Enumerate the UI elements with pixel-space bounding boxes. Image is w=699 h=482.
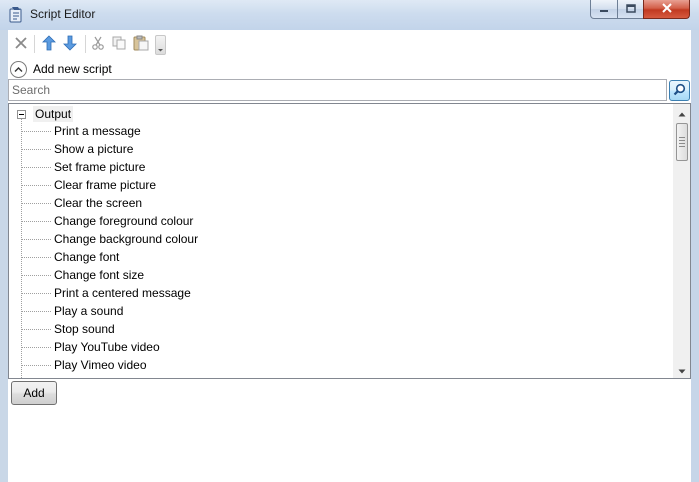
arrow-up-icon (42, 34, 56, 54)
tree-item-label: Set frame picture (54, 160, 146, 174)
window-frame-right (691, 30, 699, 482)
tree-item-label: Play YouTube video (54, 340, 160, 354)
tree-item[interactable]: Play a sound (21, 302, 123, 320)
tree-item[interactable]: Change font (21, 248, 119, 266)
tree-connector (21, 364, 51, 366)
tree-item-label: Clear the screen (54, 196, 143, 210)
grip-line (679, 146, 685, 147)
cut-button[interactable] (88, 34, 108, 54)
toolbar-separator (34, 35, 35, 53)
tree-connector (21, 166, 51, 168)
tree-node-label: Output (33, 106, 74, 122)
tree-item-label: Play a sound (54, 304, 124, 318)
tree-item-label: Change font size (54, 268, 145, 282)
collapse-icon[interactable] (17, 109, 26, 119)
maximize-button[interactable] (617, 0, 644, 19)
tree-item[interactable]: Change font size (21, 266, 144, 284)
delete-button[interactable] (11, 34, 31, 54)
tree-item[interactable]: Change foreground colour (21, 212, 193, 230)
script-tree[interactable]: Output Print a message Show a picture Se… (8, 103, 691, 379)
script-app-icon (8, 6, 24, 24)
tree-item-label: Show a picture (54, 142, 134, 156)
tree-item[interactable]: Play YouTube video (21, 338, 160, 356)
tree-item-label: Change font (54, 250, 120, 264)
arrow-down-icon (63, 35, 77, 54)
paste-icon (133, 35, 149, 54)
client-area: Add new script Output Print a message Sh… (8, 30, 691, 482)
tree-connector (21, 274, 51, 276)
tree-connector (21, 130, 51, 132)
window-title: Script Editor (30, 7, 96, 21)
tree-connector (21, 346, 51, 348)
grip-line (679, 143, 685, 144)
scroll-up-arrow-icon (678, 106, 686, 120)
minimize-icon (599, 2, 609, 16)
tree-item-label: Change background colour (54, 232, 199, 246)
chevron-up-icon (10, 60, 27, 78)
move-down-button[interactable] (60, 34, 80, 54)
copy-button[interactable] (109, 34, 129, 54)
tree-item[interactable]: Clear the screen (21, 194, 142, 212)
tree-item[interactable]: Clear frame picture (21, 176, 156, 194)
add-new-script-expander[interactable]: Add new script (10, 60, 112, 78)
tree-item-label: Play Vimeo video (54, 358, 147, 372)
vertical-scrollbar[interactable] (673, 104, 690, 378)
tree-connector (21, 328, 51, 330)
tree-connector (21, 202, 51, 204)
tree-connector (21, 220, 51, 222)
add-button[interactable]: Add (11, 381, 57, 405)
tree-item[interactable]: Show a picture (21, 140, 133, 158)
tree-connector (21, 148, 51, 150)
tree-connector (21, 292, 51, 294)
scroll-down-button[interactable] (674, 361, 690, 378)
paste-button[interactable] (131, 34, 151, 54)
search-icon (673, 83, 686, 99)
tree-item[interactable]: Print a centered message (21, 284, 191, 302)
tree-item[interactable]: Stop sound (21, 320, 115, 338)
tree-item-label: Clear frame picture (54, 178, 157, 192)
move-up-button[interactable] (39, 34, 59, 54)
tree-item-label: Print a message (54, 124, 141, 138)
toolbar-separator (85, 35, 86, 53)
scroll-up-button[interactable] (674, 104, 690, 121)
close-icon (661, 2, 673, 16)
grip-line (679, 140, 685, 141)
x-icon (14, 36, 28, 53)
tree-connector (21, 238, 51, 240)
scroll-down-arrow-icon (678, 363, 686, 377)
scrollbar-thumb[interactable] (676, 123, 688, 161)
tree-item-label: Change foreground colour (54, 214, 194, 228)
chevron-down-icon (156, 43, 165, 57)
tree-item[interactable]: Print a message (21, 122, 141, 140)
search-button[interactable] (669, 80, 690, 101)
maximize-icon (625, 2, 636, 16)
tree-item-label: Print a centered message (54, 286, 191, 300)
tree-connector (21, 310, 51, 312)
search-input[interactable] (8, 79, 667, 101)
tree-node-output[interactable]: Output (17, 105, 74, 123)
tree-item[interactable]: Set frame picture (21, 158, 145, 176)
copy-icon (112, 36, 127, 53)
title-bar[interactable]: Script Editor (0, 0, 699, 30)
minimize-button[interactable] (590, 0, 618, 19)
add-new-script-label: Add new script (33, 62, 112, 76)
tree-connector (21, 184, 51, 186)
close-button[interactable] (643, 0, 690, 19)
tree-connector (21, 256, 51, 258)
tree-item-label: Stop sound (54, 322, 115, 336)
grip-line (679, 137, 685, 138)
scissors-icon (91, 36, 105, 53)
tree-item[interactable]: Change background colour (21, 230, 198, 248)
tree-item[interactable]: Play Vimeo video (21, 356, 147, 374)
toolbar-overflow-button[interactable] (155, 35, 166, 55)
toolbar (8, 30, 691, 57)
